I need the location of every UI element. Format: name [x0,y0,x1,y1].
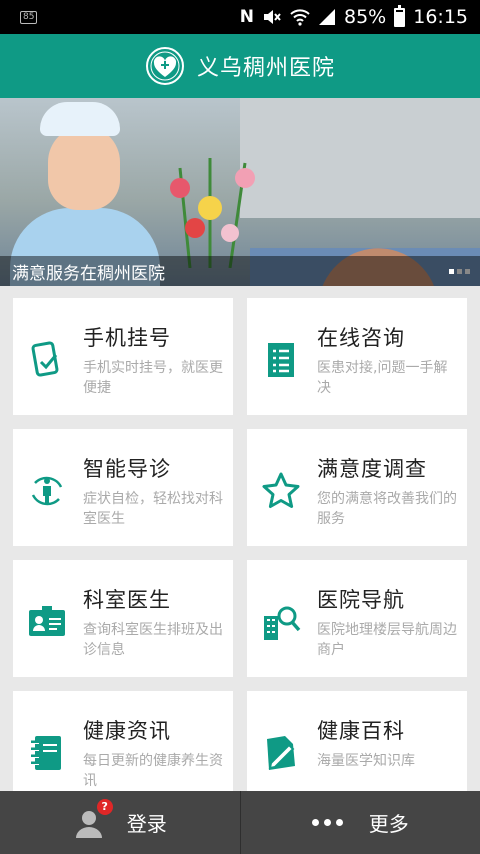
banner-caption-bar: 满意服务在稠州医院 [0,256,480,286]
card-desc: 手机实时挂号，就医更便捷 [83,360,223,396]
more-label: 更多 [368,812,409,836]
edit-document-icon [267,736,295,770]
app-header: 义乌稠州医院 [0,34,480,98]
banner-image-nurse-cap [40,102,120,136]
battery-percent: 85% [344,6,387,28]
card-desc: 每日更新的健康养生资讯 [83,753,223,789]
card-desc: 您的满意将改善我们的服务 [317,491,457,527]
hospital-logo [145,47,184,85]
card-title: 医院导航 [317,588,405,612]
phone-register-icon [31,341,59,377]
card-department-doctor[interactable]: 科室医生 查询科室医生排班及出诊信息 [13,560,233,677]
card-desc: 医院地理楼层导航周边商户 [317,622,457,658]
banner-image-nurse-face [48,126,120,210]
login-label: 登录 [126,812,167,836]
body-rotate-icon [31,476,63,506]
user-icon: ? [73,798,113,839]
more-tab[interactable]: 更多 [241,791,480,854]
banner-caption: 满意服务在稠州医院 [12,263,165,284]
more-icon [311,819,343,826]
building-search-icon [264,606,301,640]
card-desc: 海量医学知识库 [317,753,415,769]
carousel-dot [449,269,454,274]
carousel-dot [457,269,462,274]
status-icons: N 85% 16:15 [239,4,468,28]
card-title: 智能导诊 [83,457,171,481]
banner-image-wall [240,98,480,218]
mute-icon [264,10,281,24]
card-title: 科室医生 [83,588,171,612]
card-title: 健康资讯 [83,719,171,743]
login-tab[interactable]: ? 登录 [0,791,240,854]
wifi-icon [290,9,310,26]
card-mobile-register[interactable]: 手机挂号 手机实时挂号，就医更便捷 [13,298,233,415]
signal-icon [319,9,335,25]
card-desc: 症状自检，轻松找对科室医生 [83,491,223,527]
card-smart-guide[interactable]: 智能导诊 症状自检，轻松找对科室医生 [13,429,233,546]
card-title: 健康百科 [317,719,405,743]
star-icon [262,472,300,508]
card-title: 在线咨询 [317,326,405,350]
carousel-dot [465,269,470,274]
card-desc: 医患对接,问题一手解决 [317,360,448,396]
card-satisfaction-survey[interactable]: 满意度调查 您的满意将改善我们的服务 [247,429,467,546]
banner-image-flowers [170,158,255,268]
card-online-consult[interactable]: 在线咨询 医患对接,问题一手解决 [247,298,467,415]
card-title: 满意度调查 [317,457,427,481]
card-title: 手机挂号 [83,326,171,350]
battery-icon [394,4,406,27]
carousel-indicator [449,269,470,274]
status-bar: 85 N 85% 16:15 [0,0,480,34]
document-list-icon [268,343,294,377]
card-desc: 查询科室医生排班及出诊信息 [83,622,223,658]
banner-carousel[interactable]: 满意服务在稠州医院 [0,98,480,286]
card-hospital-navigation[interactable]: 医院导航 医院地理楼层导航周边商户 [247,560,467,677]
feature-grid: 手机挂号 手机实时挂号，就医更便捷 在线咨询 医患对接,问题一手解决 智能导诊 … [13,298,467,808]
clock: 16:15 [413,6,468,28]
notebook-icon [31,736,61,770]
app-title: 义乌稠州医院 [196,56,335,81]
notification-badge: 85 [20,10,38,24]
bottom-bar: ? 登录 更多 [0,791,480,854]
n-icon: N [239,7,254,27]
login-badge: ? [96,798,113,815]
id-card-icon [29,606,65,636]
